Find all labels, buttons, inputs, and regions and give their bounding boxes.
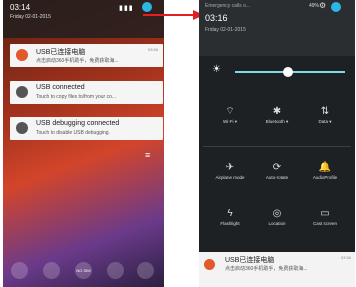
notification-usb-360[interactable]: USB已连接电脑 点击启动360手机助手，免费获取海... 03:56 <box>10 44 163 67</box>
left-phone-screen: 03:14 Friday 02-01-2015 ▮▮▮ USB已连接电脑 点击启… <box>3 0 164 287</box>
browser-app-icon[interactable] <box>137 262 154 279</box>
data-icon: ⇅ <box>320 106 330 117</box>
notification-title: USB已连接电脑 <box>225 257 275 264</box>
status-icons: ▮▮▮ <box>119 5 134 12</box>
tile-flashlight[interactable]: ϟ Flashlight <box>205 206 255 240</box>
brightness-slider-knob[interactable] <box>283 67 293 77</box>
airplane-icon: ✈ <box>225 162 235 173</box>
clear-all-icon[interactable]: ≡ <box>145 150 156 160</box>
gear-icon[interactable]: ⚙ <box>319 1 326 10</box>
notification-title: USB已连接电脑 <box>36 49 86 56</box>
auto-rotate-icon: ⟳ <box>272 162 282 173</box>
sim-app-icon[interactable]: NO SIM <box>75 262 92 279</box>
wifi-icon: ⌔ <box>225 106 235 117</box>
tile-location[interactable]: ◎ Location <box>252 206 302 240</box>
android-debug-icon <box>16 122 28 134</box>
tile-airplane-mode[interactable]: ✈ Airplane mode <box>205 160 255 194</box>
battery-level: 49% <box>309 3 320 9</box>
notification-usb-360[interactable]: USB已连接电脑 点击启动360手机助手，免费获取海... 03:56 <box>199 252 355 287</box>
tile-label: Bluetooth ▾ <box>265 119 289 124</box>
tile-label: Data ▾ <box>318 119 332 124</box>
messages-app-icon[interactable] <box>107 262 124 279</box>
usb-icon <box>16 86 28 98</box>
tile-label: AudioProfile <box>312 175 338 180</box>
clock: 03:16 <box>205 13 228 23</box>
notification-title: USB connected <box>36 84 85 91</box>
notification-subtitle: Touch to disable USB debugging. <box>36 130 110 136</box>
notification-subtitle: 点击启动360手机助手，免费获取海... <box>225 266 308 272</box>
date: Friday 02-01-2015 <box>10 14 51 20</box>
tile-cast-screen[interactable]: ▭ Cast screen <box>300 206 350 240</box>
notification-time: 03:56 <box>340 255 351 260</box>
status-header: 03:14 Friday 02-01-2015 ▮▮▮ <box>3 0 164 38</box>
location-icon: ◎ <box>272 208 282 219</box>
notification-usb-connected[interactable]: USB connected Touch to copy files to/fro… <box>10 81 163 104</box>
notification-title: USB debugging connected <box>36 120 120 127</box>
tile-label: Location <box>268 221 286 226</box>
clock: 03:14 <box>10 3 31 12</box>
home-dock: NO SIM <box>3 257 164 287</box>
divider <box>203 146 351 147</box>
bell-icon: 🔔 <box>318 162 332 173</box>
360-icon <box>16 49 28 61</box>
tile-label: Wi-Fi ▾ <box>222 119 237 124</box>
360-icon <box>204 259 215 270</box>
tile-audio-profile[interactable]: 🔔 AudioProfile <box>300 160 350 194</box>
tile-bluetooth[interactable]: ✱ Bluetooth ▾ <box>252 104 302 138</box>
date: Friday 02-01-2015 <box>205 27 246 33</box>
tile-data[interactable]: ⇅ Data ▾ <box>300 104 350 138</box>
flashlight-icon: ϟ <box>227 208 233 219</box>
notification-subtitle: 点击启动360手机助手，免费获取海... <box>36 58 119 64</box>
tile-auto-rotate[interactable]: ⟳ Auto-rotate <box>252 160 302 194</box>
notification-subtitle: Touch to copy files to/from your co... <box>36 94 117 100</box>
phone-app-icon[interactable] <box>11 262 28 279</box>
notification-usb-debugging[interactable]: USB debugging connected Touch to disable… <box>10 117 163 140</box>
brightness-icon: ☀ <box>212 64 221 75</box>
red-arrow-icon <box>143 10 204 20</box>
user-avatar-icon[interactable] <box>331 2 341 12</box>
carrier-label: Emergency calls o... <box>205 3 251 9</box>
contacts-app-icon[interactable] <box>43 262 60 279</box>
tile-label: Airplane mode <box>215 175 245 180</box>
tile-label: Cast screen <box>312 221 337 226</box>
cast-icon: ▭ <box>320 208 330 219</box>
notification-time: 03:56 <box>147 47 158 52</box>
tile-label: Flashlight <box>220 221 240 226</box>
tile-wifi[interactable]: ⌔ Wi-Fi ▾ <box>205 104 255 138</box>
right-phone-screen: Emergency calls o... 49% ⚙ 03:16 Friday … <box>199 0 355 287</box>
tile-label: Auto-rotate <box>265 175 289 180</box>
bluetooth-icon: ✱ <box>272 106 282 117</box>
quick-settings-header: Emergency calls o... 49% ⚙ 03:16 Friday … <box>199 0 355 56</box>
